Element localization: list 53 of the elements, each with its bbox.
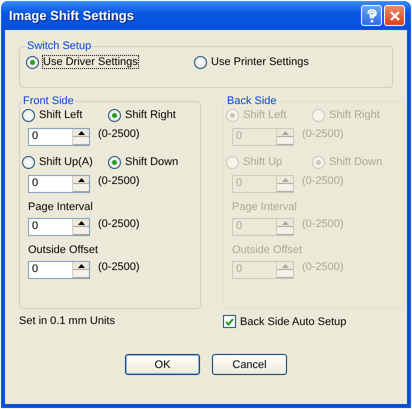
number-spinner[interactable]: 0	[28, 261, 90, 279]
dialog-button[interactable]: Cancel	[212, 354, 287, 375]
radio-option[interactable]: Use Printer Settings	[194, 54, 354, 70]
radio-label: Shift Up	[243, 156, 282, 168]
group-title: Back Side	[226, 95, 278, 107]
radio-label: Shift Up(A)	[39, 156, 93, 168]
spinner-value: 0	[31, 129, 40, 144]
radio-label: Shift Down	[329, 156, 382, 168]
radio-option[interactable]: Shift Right	[108, 107, 194, 123]
number-spinner[interactable]: 0	[28, 218, 90, 236]
range-label: (0-2500)	[302, 175, 344, 187]
spinner-value: 0	[31, 176, 40, 191]
window-title: Image Shift Settings	[9, 8, 134, 23]
dialog-button[interactable]: OK	[125, 354, 200, 375]
range-label: (0-2500)	[302, 261, 344, 273]
radio-label: Shift Right	[125, 109, 176, 121]
spinner-value: 0	[31, 262, 40, 277]
group-title: Front Side	[22, 95, 75, 107]
close-button[interactable]	[384, 5, 405, 26]
radio-option[interactable]: Shift Down	[108, 154, 194, 170]
spinner-value: 0	[235, 176, 244, 191]
spinner-value: 0	[235, 129, 244, 144]
number-spinner[interactable]: 0	[28, 175, 90, 193]
field-label: Page Interval	[232, 201, 298, 213]
checkbox-label: Back Side Auto Setup	[240, 316, 346, 328]
radio-label: Shift Left	[39, 109, 82, 121]
radio-option[interactable]: Use Driver Settings	[26, 54, 186, 70]
number-spinner[interactable]: 0	[28, 128, 90, 146]
field-label: Outside Offset	[232, 244, 304, 256]
question-mark-icon	[366, 8, 378, 22]
radio-label: Shift Right	[329, 109, 380, 121]
radio-label: Use Driver Settings	[43, 56, 138, 68]
close-icon	[388, 10, 400, 22]
radio-label: Shift Down	[125, 156, 178, 168]
range-label: (0-2500)	[98, 261, 140, 273]
units-note: Set in 0.1 mm Units	[19, 315, 116, 328]
spinner-value: 0	[235, 219, 244, 234]
spinner-value: 0	[31, 219, 40, 234]
radio-option[interactable]: Shift Left	[22, 107, 108, 123]
checkbox-option[interactable]: Back Side Auto Setup	[223, 315, 346, 328]
range-label: (0-2500)	[98, 128, 140, 140]
range-label: (0-2500)	[98, 175, 140, 187]
spinner-value: 0	[235, 262, 244, 277]
help-button[interactable]	[361, 5, 382, 26]
range-label: (0-2500)	[302, 218, 344, 230]
radio-label: Shift Left	[243, 109, 286, 121]
group-title: Switch Setup	[26, 40, 92, 52]
field-label: Page Interval	[28, 201, 94, 213]
radio-label: Use Printer Settings	[211, 56, 309, 68]
field-label: Outside Offset	[28, 244, 100, 256]
range-label: (0-2500)	[98, 218, 140, 230]
range-label: (0-2500)	[302, 128, 344, 140]
radio-option[interactable]: Shift Up(A)	[22, 154, 108, 170]
